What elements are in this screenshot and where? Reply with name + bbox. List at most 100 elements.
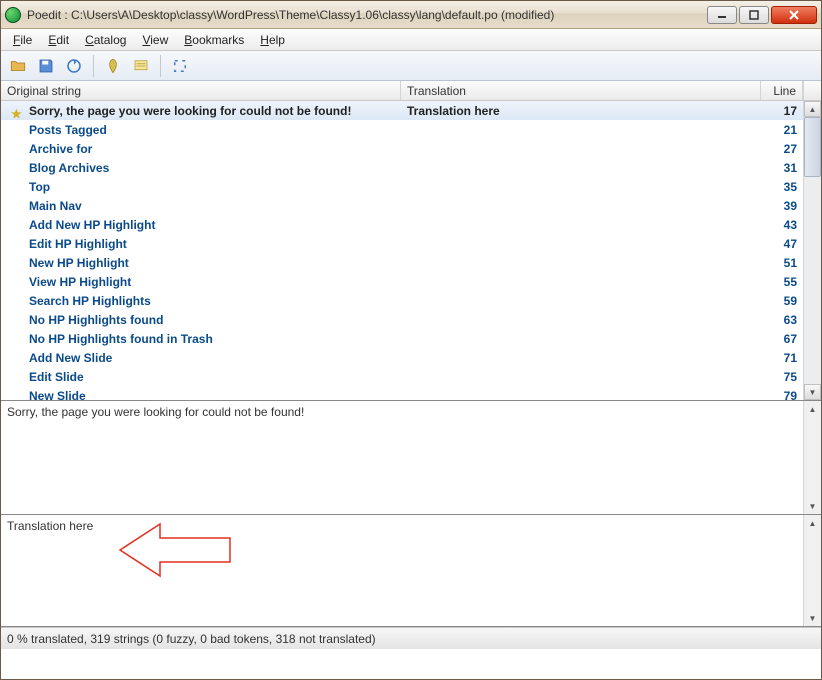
table-row[interactable]: Archive for 27	[1, 139, 803, 158]
save-button[interactable]	[33, 54, 59, 78]
menu-edit[interactable]: Edit	[40, 31, 77, 49]
cell-line: 67	[761, 332, 803, 346]
header-original[interactable]: Original string	[1, 81, 401, 100]
open-folder-icon	[9, 57, 27, 75]
table-row[interactable]: Posts Tagged 21	[1, 120, 803, 139]
header-line[interactable]: Line	[761, 81, 803, 100]
close-button[interactable]	[771, 6, 817, 24]
table-row[interactable]: New HP Highlight 51	[1, 253, 803, 272]
menu-file[interactable]: File	[5, 31, 40, 49]
maximize-button[interactable]	[739, 6, 769, 24]
minimize-icon	[717, 10, 727, 20]
update-button[interactable]	[61, 54, 87, 78]
table-row[interactable]: Main Nav 39	[1, 196, 803, 215]
titlebar: Poedit : C:\Users\A\Desktop\classy\WordP…	[1, 1, 821, 29]
cell-line: 39	[761, 199, 803, 213]
save-icon	[37, 57, 55, 75]
status-text: 0 % translated, 319 strings (0 fuzzy, 0 …	[7, 632, 376, 646]
table-row[interactable]: No HP Highlights found in Trash67	[1, 329, 803, 348]
cell-line: 35	[761, 180, 803, 194]
translation-scrollbar[interactable]: ▲ ▼	[803, 515, 821, 626]
header-scroll-gutter	[803, 81, 821, 100]
fullscreen-button[interactable]	[167, 54, 193, 78]
scroll-track[interactable]	[804, 177, 821, 384]
cell-original: Search HP Highlights	[1, 294, 401, 308]
toolbar	[1, 51, 821, 81]
scroll-up-arrow[interactable]: ▲	[804, 101, 821, 117]
validate-icon	[104, 57, 122, 75]
cell-line: 51	[761, 256, 803, 270]
comment-button[interactable]	[128, 54, 154, 78]
source-pane: Sorry, the page you were looking for cou…	[1, 401, 821, 515]
star-icon: ★	[11, 107, 23, 118]
source-text: Sorry, the page you were looking for cou…	[1, 401, 803, 514]
table-row[interactable]: New Slide 79	[1, 386, 803, 400]
table-row[interactable]: Blog Archives31	[1, 158, 803, 177]
cell-line: 75	[761, 370, 803, 384]
cell-line: 47	[761, 237, 803, 251]
cell-original: View HP Highlight	[1, 275, 401, 289]
string-list[interactable]: ★Sorry, the page you were looking for co…	[1, 101, 803, 400]
menu-help[interactable]: Help	[252, 31, 293, 49]
poedit-window: Poedit : C:\Users\A\Desktop\classy\WordP…	[0, 0, 822, 680]
table-row[interactable]: Add New HP Highlight 43	[1, 215, 803, 234]
cell-line: 43	[761, 218, 803, 232]
fullscreen-icon	[171, 57, 189, 75]
cell-original: ★Sorry, the page you were looking for co…	[1, 104, 401, 118]
cell-translation: Translation here	[401, 104, 761, 118]
translation-scroll-up[interactable]: ▲	[804, 515, 821, 531]
source-scrollbar[interactable]: ▲ ▼	[803, 401, 821, 514]
validate-button[interactable]	[100, 54, 126, 78]
window-controls	[705, 6, 817, 24]
menu-help-label: elp	[269, 33, 285, 47]
cell-line: 63	[761, 313, 803, 327]
open-button[interactable]	[5, 54, 31, 78]
close-icon	[788, 10, 800, 20]
cell-original: Archive for	[1, 142, 401, 156]
table-row[interactable]: No HP Highlights found 63	[1, 310, 803, 329]
toolbar-divider-2	[160, 55, 161, 77]
statusbar: 0 % translated, 319 strings (0 fuzzy, 0 …	[1, 627, 821, 649]
cell-original: Posts Tagged	[1, 123, 401, 137]
menu-view[interactable]: View	[134, 31, 176, 49]
header-translation[interactable]: Translation	[401, 81, 761, 100]
minimize-button[interactable]	[707, 6, 737, 24]
table-row[interactable]: Edit Slide 75	[1, 367, 803, 386]
cell-line: 21	[761, 123, 803, 137]
cell-line: 27	[761, 142, 803, 156]
table-row[interactable]: Edit HP Highlight 47	[1, 234, 803, 253]
cell-line: 31	[761, 161, 803, 175]
menu-catalog[interactable]: Catalog	[77, 31, 134, 49]
list-scrollbar[interactable]: ▲ ▼	[803, 101, 821, 400]
menu-bookmarks[interactable]: Bookmarks	[176, 31, 252, 49]
translation-input[interactable]	[1, 515, 803, 626]
translation-scroll-down[interactable]: ▼	[804, 610, 821, 626]
table-row[interactable]: ★Sorry, the page you were looking for co…	[1, 101, 803, 120]
table-row[interactable]: View HP Highlight 55	[1, 272, 803, 291]
menu-bookmarks-label: ookmarks	[192, 33, 244, 47]
cell-original: New Slide	[1, 389, 401, 401]
menu-view-label: iew	[150, 33, 168, 47]
cell-line: 17	[761, 104, 803, 118]
comment-icon	[132, 57, 150, 75]
scroll-down-arrow[interactable]: ▼	[804, 384, 821, 400]
scroll-thumb[interactable]	[804, 117, 821, 177]
cell-original: New HP Highlight	[1, 256, 401, 270]
cell-original: Main Nav	[1, 199, 401, 213]
cell-original: Top	[1, 180, 401, 194]
cell-line: 55	[761, 275, 803, 289]
table-row[interactable]: Search HP Highlights 59	[1, 291, 803, 310]
menubar: File Edit Catalog View Bookmarks Help	[1, 29, 821, 51]
cell-original: No HP Highlights found	[1, 313, 401, 327]
cell-original: Add New HP Highlight	[1, 218, 401, 232]
cell-line: 59	[761, 294, 803, 308]
source-scroll-up[interactable]: ▲	[804, 401, 821, 417]
toolbar-divider	[93, 55, 94, 77]
cell-line: 79	[761, 389, 803, 401]
source-scroll-down[interactable]: ▼	[804, 498, 821, 514]
string-list-container: ★Sorry, the page you were looking for co…	[1, 101, 821, 401]
table-row[interactable]: Add New Slide71	[1, 348, 803, 367]
cell-original: Edit Slide	[1, 370, 401, 384]
cell-original: Edit HP Highlight	[1, 237, 401, 251]
table-row[interactable]: Top 35	[1, 177, 803, 196]
